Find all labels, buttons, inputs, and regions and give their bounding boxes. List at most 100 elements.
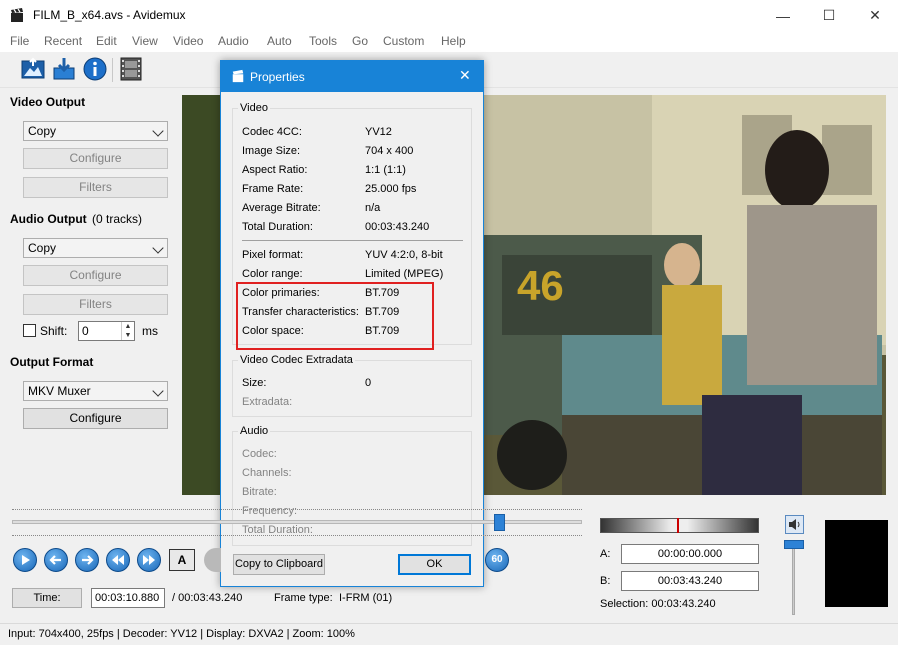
dialog-title: Properties [250,70,305,84]
marker-a-label: A: [600,548,611,560]
video-configure-button[interactable]: Configure [23,148,168,169]
video-output-label: Video Output [10,95,86,109]
minimize-button[interactable]: — [760,0,806,31]
next-keyframe-button[interactable] [137,548,161,572]
prop-codec-key: Codec 4CC: [242,126,302,138]
audio-output-label: Audio Output [10,212,87,226]
menu-view[interactable]: View [132,34,158,48]
video-filters-button[interactable]: Filters [23,177,168,198]
previous-frame-button[interactable] [44,548,68,572]
shift-input[interactable]: 0 ▲ ▼ [78,321,135,341]
previous-keyframe-button[interactable] [106,548,130,572]
prop-pixel-format-value: YUV 4:2:0, 8-bit [365,249,443,261]
prop-extradata-size-value: 0 [365,377,372,389]
mini-preview [825,520,888,607]
menu-file[interactable]: File [10,34,29,48]
output-format-label: Output Format [10,355,94,369]
audio-codec-value: Copy [28,241,57,255]
close-window-button[interactable]: ✕ [852,0,898,31]
dialog-title-bar: Properties ✕ [221,61,483,92]
shift-label: Shift: [40,324,68,338]
muxer-configure-button[interactable]: Configure [23,408,168,429]
maximize-icon: ☐ [822,7,836,23]
title-bar: FILM_B_x64.avs - Avidemux — ☐ ✕ [0,0,898,31]
marker-b-field[interactable]: 00:03:43.240 [621,571,759,591]
play-button[interactable] [13,548,37,572]
goto-time-button[interactable]: 60 [485,548,509,572]
menu-auto[interactable]: Auto [267,34,292,48]
play-icon [22,555,30,565]
shift-checkbox[interactable] [23,324,36,337]
meter-marker [677,518,679,533]
muxer-value: MKV Muxer [28,384,91,398]
prop-bitrate-value: n/a [365,202,381,214]
volume-slider-handle[interactable] [784,540,804,549]
audio-codec-select[interactable]: Copy [23,238,168,258]
menu-custom[interactable]: Custom [383,34,424,48]
prop-audio-channels-key: Channels: [242,467,292,479]
prop-extradata-key: Extradata: [242,396,293,408]
prop-image-size-value: 704 x 400 [365,145,414,157]
chevron-down-icon [152,125,164,137]
prop-extradata-size-key: Size: [242,377,267,389]
menu-help[interactable]: Help [441,34,466,48]
save-video-icon[interactable] [51,56,77,82]
menu-edit[interactable]: Edit [96,34,117,48]
prop-pixel-format-key: Pixel format: [242,249,304,261]
current-time-field[interactable]: 00:03:10.880 [91,588,165,608]
marker-a-field[interactable]: 00:00:00.000 [621,544,759,564]
set-marker-a-icon[interactable]: A [169,549,195,571]
menu-audio[interactable]: Audio [218,34,249,48]
prop-codec-value: YV12 [365,126,392,138]
shift-unit: ms [142,324,158,338]
prop-duration-key: Total Duration: [242,221,313,233]
menu-tools[interactable]: Tools [309,34,337,48]
muxer-select[interactable]: MKV Muxer [23,381,168,401]
status-bar: Input: 704x400, 25fps | Decoder: YV12 | … [0,623,898,645]
prop-framerate-key: Frame Rate: [242,183,304,195]
prop-aspect-value: 1:1 (1:1) [365,164,406,176]
volume-slider-track[interactable] [792,540,795,615]
delete-icon[interactable] [204,548,221,572]
time-button[interactable]: Time: [12,588,82,608]
menu-video[interactable]: Video [173,34,203,48]
separator-line [242,240,463,241]
total-time: / 00:03:43.240 [172,592,243,604]
prop-bitrate-key: Average Bitrate: [242,202,321,214]
arrow-left-icon [49,555,61,565]
prop-audio-codec-key: Codec: [242,448,277,460]
audio-group-label: Audio [238,425,271,437]
menu-recent[interactable]: Recent [44,34,82,48]
status-text: Input: 704x400, 25fps | Decoder: YV12 | … [8,628,355,640]
filmstrip-icon[interactable] [118,56,144,82]
video-codec-select[interactable]: Copy [23,121,168,141]
next-frame-button[interactable] [75,548,99,572]
goto-badge-text: 60 [491,554,503,565]
chevron-down-icon [152,385,164,397]
menu-go[interactable]: Go [352,34,368,48]
frame-type-label: Frame type: [274,592,333,604]
prop-framerate-value: 25.000 fps [365,183,417,195]
window-title: FILM_B_x64.avs - Avidemux [33,8,186,22]
audio-configure-button[interactable]: Configure [23,265,168,286]
open-video-icon[interactable] [20,56,46,82]
speaker-glyph [789,519,800,530]
maximize-button[interactable]: ☐ [806,0,852,31]
copy-to-clipboard-button[interactable]: Copy to Clipboard [233,554,325,575]
info-icon[interactable] [82,56,108,82]
arrow-right-icon [82,555,94,565]
highlight-box [236,282,434,350]
ok-button[interactable]: OK [398,554,471,575]
dialog-close-icon[interactable]: ✕ [459,67,471,84]
audio-filters-button[interactable]: Filters [23,294,168,315]
frame-type-value: I-FRM (01) [339,592,393,604]
speaker-icon[interactable] [785,515,804,534]
close-icon: ✕ [869,7,881,23]
prop-duration-value: 00:03:43.240 [365,221,430,233]
volume-meter [600,518,759,533]
seek-handle[interactable] [494,514,506,531]
tick-marks-bottom [12,535,582,539]
menu-bar: File Recent Edit View Video Audio Auto T… [0,31,898,52]
rewind-icon [112,555,124,565]
spin-arrows-icon[interactable]: ▲ ▼ [121,322,134,340]
